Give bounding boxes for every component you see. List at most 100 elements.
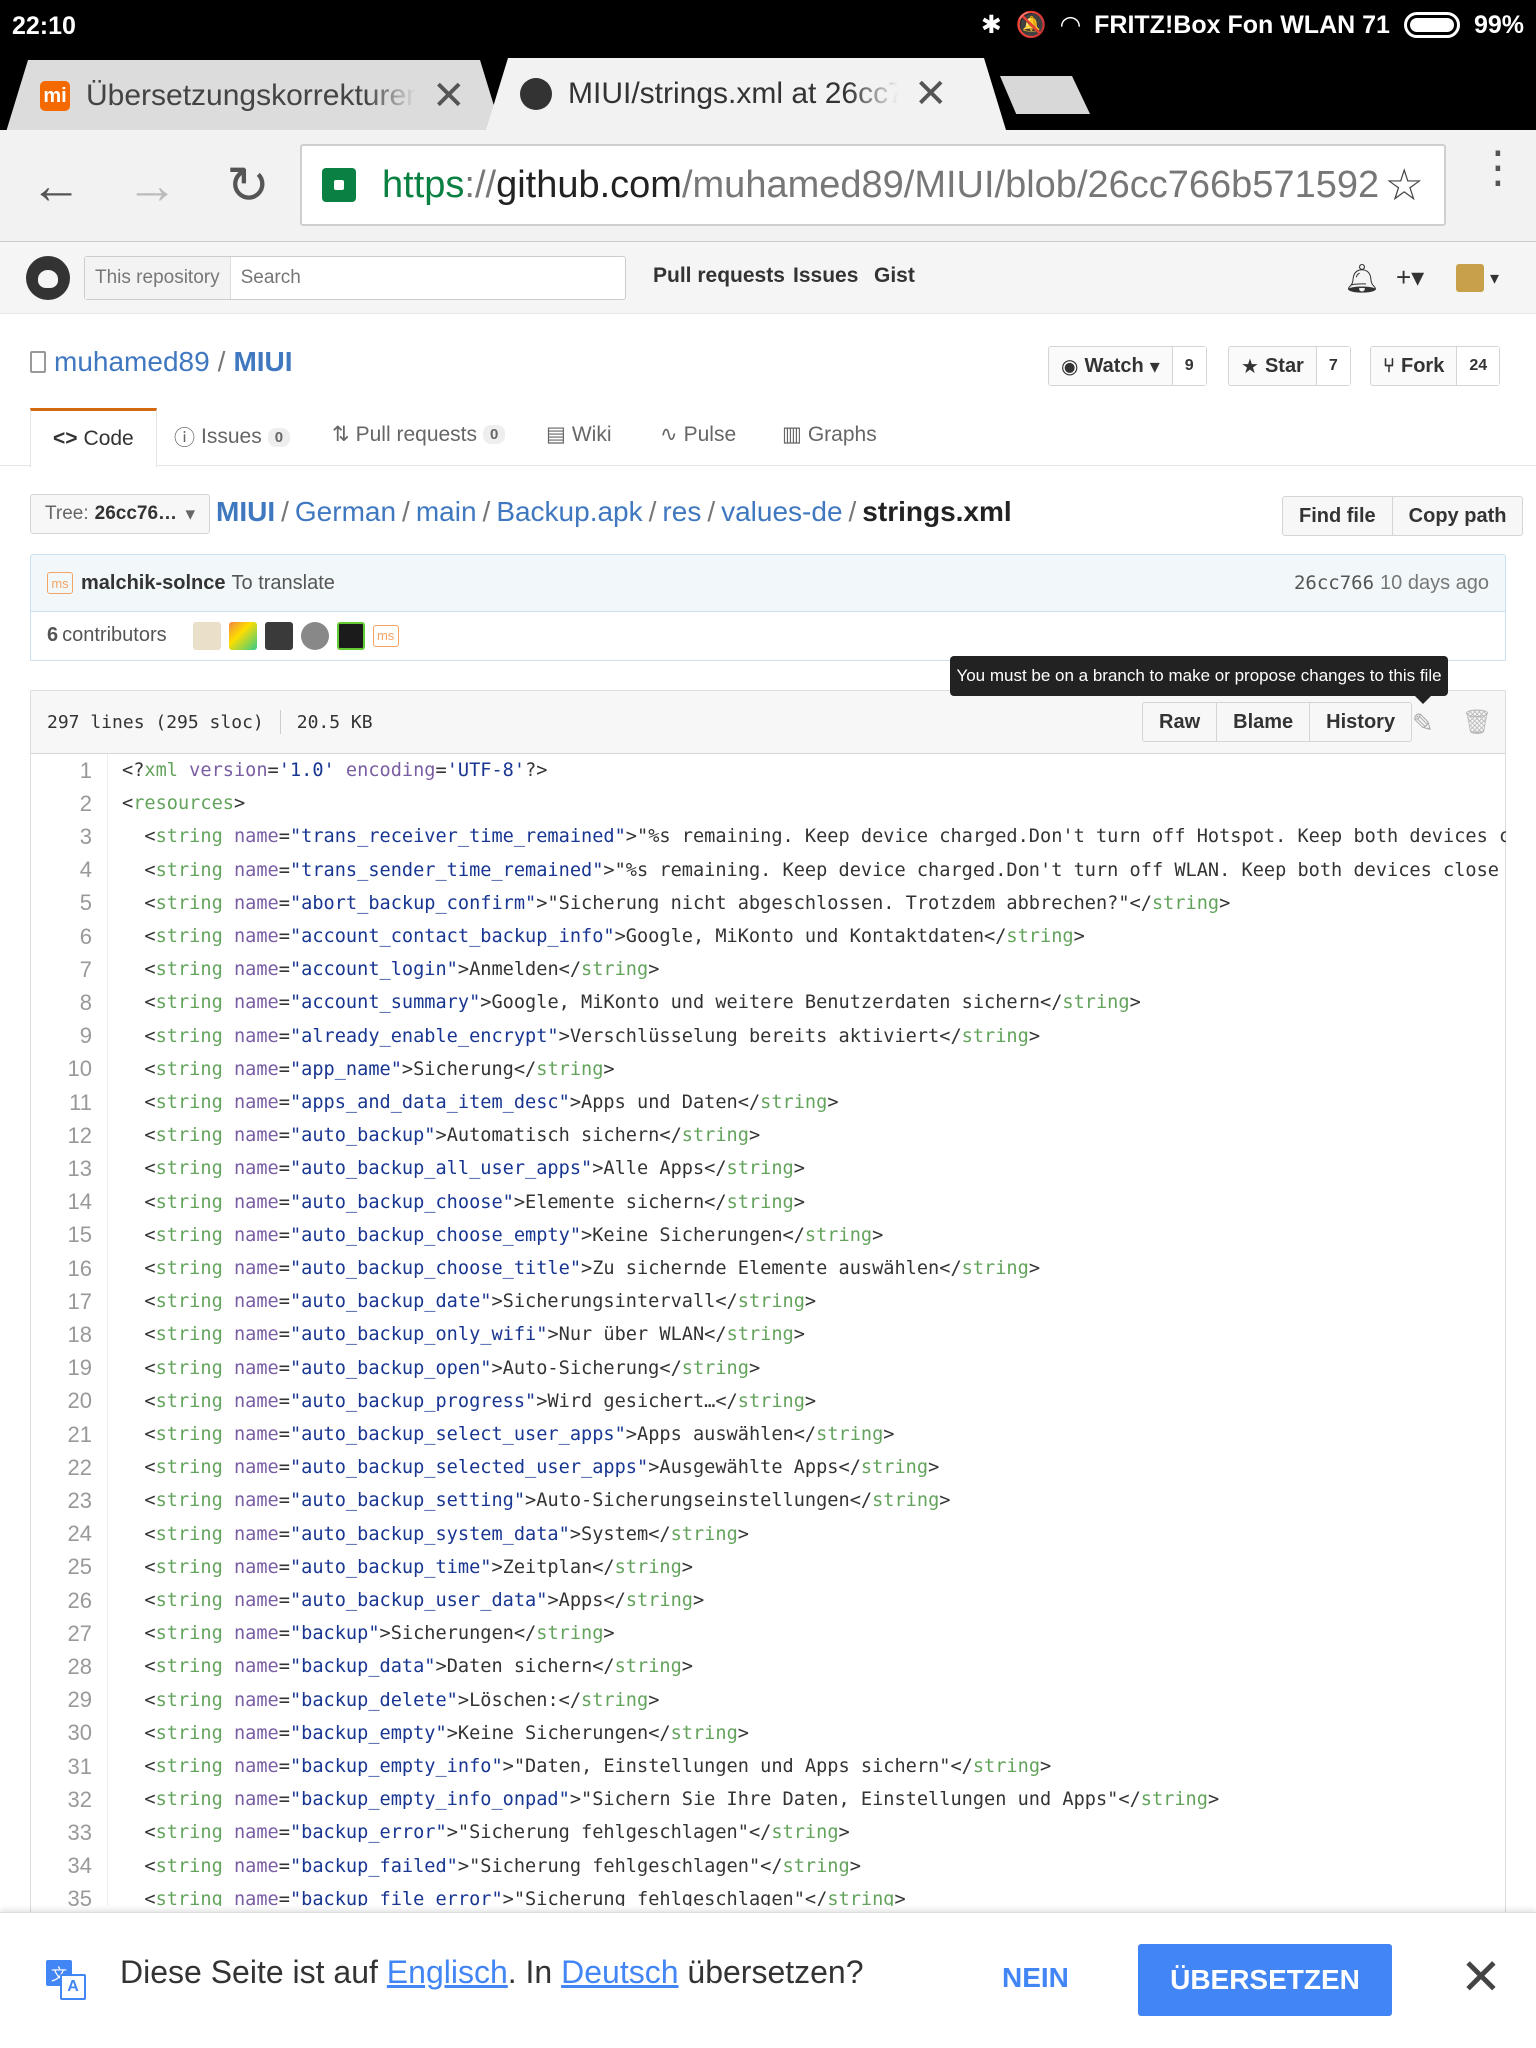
line-number[interactable]: 3 [30,824,92,850]
line-number[interactable]: 15 [30,1222,92,1248]
avatar[interactable]: ms [372,624,399,647]
browser-tab-1[interactable]: mi Übersetzungskorrekturen | M ✕ [6,60,502,132]
find-file-button[interactable]: Find file [1283,497,1393,535]
nav-pull-requests[interactable]: Pull requests [653,264,785,288]
line-number[interactable]: 28 [30,1654,92,1680]
avatar[interactable] [1456,264,1484,292]
watch-button[interactable]: ◉ Watch ▾ 9 [1048,346,1207,386]
avatar[interactable] [228,621,257,650]
avatar[interactable] [192,621,221,650]
line-number[interactable]: 6 [30,924,92,950]
line-number[interactable]: 11 [30,1090,92,1116]
crumb-main[interactable]: main [416,496,477,527]
line-number[interactable]: 32 [30,1787,92,1813]
back-button[interactable]: ← [26,158,86,214]
nav-gist[interactable]: Gist [874,264,915,288]
tab-issues[interactable]: ⓘ Issues 0 [174,422,291,452]
line-number[interactable]: 35 [30,1886,92,1906]
nav-issues[interactable]: Issues [793,264,858,288]
line-number[interactable]: 19 [30,1355,92,1381]
star-button[interactable]: ★ Star 7 [1228,346,1351,386]
crumb-backup-apk[interactable]: Backup.apk [496,496,642,527]
crumb-res[interactable]: res [662,496,701,527]
plus-dropdown-icon[interactable]: +▾ [1396,262,1424,293]
fork-count[interactable]: 24 [1457,347,1500,385]
line-number[interactable]: 22 [30,1455,92,1481]
reload-button[interactable]: ↻ [218,158,278,214]
line-number[interactable]: 23 [30,1488,92,1514]
commit-author[interactable]: malchik-solnce [81,572,226,595]
line-number[interactable]: 12 [30,1123,92,1149]
line-number[interactable]: 1 [30,758,92,784]
line-number[interactable]: 21 [30,1422,92,1448]
avatar[interactable] [264,621,293,650]
crumb-root[interactable]: MIUI [216,496,275,527]
line-number[interactable]: 17 [30,1289,92,1315]
contributors-count[interactable]: 6 [47,624,58,647]
line-number[interactable]: 18 [30,1322,92,1348]
line-number[interactable]: 29 [30,1687,92,1713]
chevron-down-icon[interactable]: ▾ [1490,268,1499,289]
bookmark-star-icon[interactable]: ☆ [1385,160,1424,211]
forward-button[interactable]: → [122,158,182,214]
watch-count[interactable]: 9 [1172,347,1206,385]
close-icon[interactable]: ✕ [914,71,948,117]
line-number[interactable]: 27 [30,1621,92,1647]
avatar[interactable] [300,621,329,650]
tab-code[interactable]: <> Code [30,408,157,467]
line-number[interactable]: 34 [30,1853,92,1879]
history-button[interactable]: History [1310,703,1411,741]
blame-button[interactable]: Blame [1217,703,1311,741]
decline-translate-button[interactable]: NEIN [1002,1962,1069,1994]
close-icon[interactable]: ✕ [432,73,466,119]
source-language-link[interactable]: Englisch [387,1954,508,1990]
line-number[interactable]: 25 [30,1554,92,1580]
line-number[interactable]: 7 [30,957,92,983]
overflow-menu-button[interactable]: ⋮ [1476,146,1520,190]
avatar[interactable] [336,621,365,650]
github-logo-icon[interactable] [26,256,70,300]
address-bar[interactable]: https://github.com/muhamed89/MIUI/blob/2… [300,144,1446,226]
commit-message[interactable]: To translate [232,572,335,595]
line-number[interactable]: 10 [30,1056,92,1082]
tab-pull-requests[interactable]: ⇅ Pull requests 0 [332,422,506,447]
repo-name-link[interactable]: MIUI [233,346,292,378]
branch-select[interactable]: Tree: 26cc76… ▾ [30,494,210,534]
line-number[interactable]: 9 [30,1023,92,1049]
target-language-link[interactable]: Deutsch [561,1954,678,1990]
tab-wiki[interactable]: ▤ Wiki [546,422,612,447]
crumb-values-de[interactable]: values-de [721,496,842,527]
bell-icon[interactable]: 🔔︎ [1344,262,1380,295]
line-number[interactable]: 4 [30,857,92,883]
code-tag: string [155,1158,223,1180]
crumb-german[interactable]: German [295,496,396,527]
tab-pulse[interactable]: ∿ Pulse [660,422,736,447]
search-input[interactable] [230,267,531,289]
line-number[interactable]: 13 [30,1156,92,1182]
star-count[interactable]: 7 [1316,347,1350,385]
tab-graphs[interactable]: ▥ Graphs [782,422,877,447]
line-number[interactable]: 33 [30,1820,92,1846]
line-number[interactable]: 14 [30,1189,92,1215]
search-box[interactable]: This repository [84,256,626,300]
line-number[interactable]: 31 [30,1754,92,1780]
line-number[interactable]: 16 [30,1256,92,1282]
line-number[interactable]: 24 [30,1521,92,1547]
line-number[interactable]: 26 [30,1588,92,1614]
pencil-icon[interactable]: ✎ [1412,708,1434,739]
fork-button[interactable]: ⑂ Fork 24 [1370,346,1501,386]
translate-button[interactable]: ÜBERSETZEN [1138,1944,1392,2016]
browser-tab-2[interactable]: MIUI/strings.xml at 26cc766 ✕ [486,58,1006,130]
commit-sha[interactable]: 26cc766 [1294,572,1374,594]
contributors-label[interactable]: contributors [62,624,167,647]
raw-button[interactable]: Raw [1143,703,1218,741]
line-number[interactable]: 5 [30,890,92,916]
line-number[interactable]: 20 [30,1388,92,1414]
line-number[interactable]: 8 [30,990,92,1016]
trash-icon[interactable]: 🗑︎ [1462,708,1492,737]
repo-owner-link[interactable]: muhamed89 [54,346,210,378]
line-number[interactable]: 2 [30,791,92,817]
copy-path-button[interactable]: Copy path [1393,497,1523,535]
line-number[interactable]: 30 [30,1720,92,1746]
close-icon[interactable]: ✕ [1460,1948,1502,2006]
